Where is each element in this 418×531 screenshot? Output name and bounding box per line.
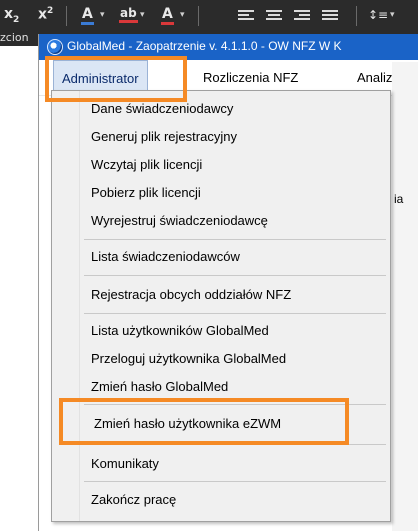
globalmed-logo-icon [47,39,63,55]
menu-item-lista-uzytkownikow[interactable]: Lista użytkowników GlobalMed [91,323,269,338]
menu-item-generuj-plik-rejestracyjny[interactable]: Generuj plik rejestracyjny [91,129,237,144]
chevron-down-icon[interactable]: ▾ [100,10,105,20]
administrator-dropdown: Dane świadczeniodawcy Generuj plik rejes… [51,90,391,522]
menu-item-przeloguj-uzytkownika[interactable]: Przeloguj użytkownika GlobalMed [91,351,286,366]
background-text-fragment: ia [394,192,404,206]
menu-separator [84,313,386,314]
text-color-button[interactable]: A [161,6,174,25]
align-center-icon[interactable] [266,10,282,22]
menu-separator [84,404,386,405]
menu-item-lista-swiadczeniodawcow[interactable]: Lista świadczeniodawców [91,249,240,264]
justify-icon[interactable] [322,10,338,22]
chevron-down-icon[interactable]: ▾ [140,10,145,20]
title-bar: GlobalMed - Zaopatrzenie v. 4.1.1.0 - OW… [39,34,418,60]
subscript-mark: 2 [13,14,20,25]
subscript-label: x [4,6,14,22]
menu-item-wyrejestruj-swiadczeniodawce[interactable]: Wyrejestruj świadczeniodawcę [91,213,268,228]
subscript-button[interactable]: x2 [4,6,19,25]
text-highlight-button[interactable]: ab [119,6,138,23]
menu-item-zmien-haslo-globalmed[interactable]: Zmień hasło GlobalMed [91,379,228,394]
menu-item-dane-swiadczeniodawcy[interactable]: Dane świadczeniodawcy [91,101,233,116]
menu-item-komunikaty[interactable]: Komunikaty [91,456,159,471]
menu-separator [84,481,386,482]
toolbar-separator [66,6,67,26]
menu-item-zakoncz-prace[interactable]: Zakończ pracę [91,492,176,507]
menu-item-zmien-haslo-ezwm[interactable]: Zmień hasło użytkownika eZWM [94,416,281,431]
toolbar-fragment-text: zcion [0,31,29,44]
window-title: GlobalMed - Zaopatrzenie v. 4.1.1.0 - OW… [67,39,342,53]
background-panel [392,62,418,531]
superscript-mark: 2 [47,6,54,16]
toolbar-separator [356,6,357,26]
superscript-button[interactable]: x2 [38,6,53,23]
menu-separator [84,444,386,445]
align-left-icon[interactable] [238,10,254,22]
toolbar-separator [198,6,199,26]
line-spacing-icon[interactable]: ↕≡ [368,8,388,22]
superscript-label: x [38,6,48,23]
menu-item-rejestracja-obcych-oddzialow[interactable]: Rejestracja obcych oddziałów NFZ [91,287,291,302]
menu-separator [84,239,386,240]
menu-rozliczenia-nfz[interactable]: Rozliczenia NFZ [203,70,298,85]
chevron-down-icon[interactable]: ▾ [180,10,185,20]
dropdown-gutter [52,91,80,521]
menu-separator [84,275,386,276]
menu-administrator-label: Administrator [62,71,139,86]
chevron-down-icon[interactable]: ▾ [390,10,395,20]
align-right-icon[interactable] [294,10,310,22]
menu-item-pobierz-plik-licencji[interactable]: Pobierz plik licencji [91,185,201,200]
font-color-button[interactable]: A [81,6,94,25]
menu-item-wczytaj-plik-licencji[interactable]: Wczytaj plik licencji [91,157,202,172]
